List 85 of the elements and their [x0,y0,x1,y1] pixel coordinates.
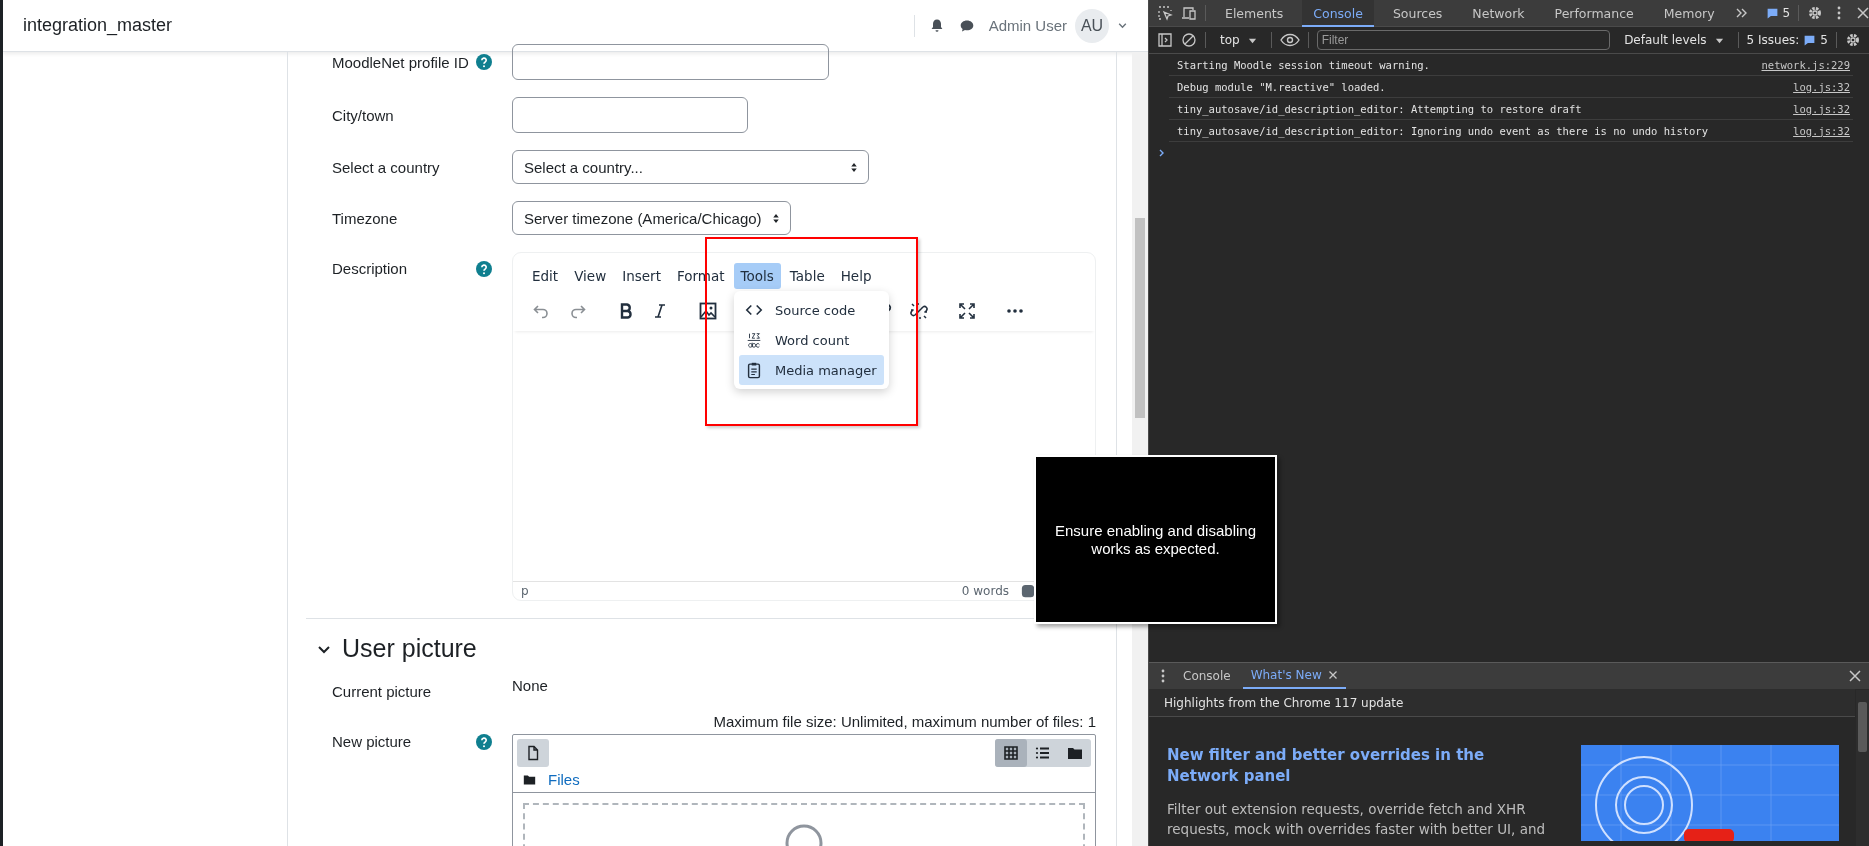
clear-console-icon[interactable] [1181,32,1197,48]
tooltip-text: Ensure enabling and disabling works as expected. [1054,521,1257,558]
number-letters-icon [745,331,763,349]
word-count[interactable]: 0 words [961,584,1009,598]
console-message: tiny_autosave/id_description_editor: Attempting to restore draft [1177,102,1582,115]
section-heading[interactable]: User picture [342,634,477,663]
source-link[interactable]: network.js:229 [1761,58,1850,71]
close-icon[interactable] [1327,670,1338,680]
device-toolbar-icon[interactable] [1181,5,1197,21]
devtools-tab[interactable]: Network [1461,0,1536,27]
file-limits-text: Maximum file size: Unlimited, maximum number of files: 1 [712,713,1096,730]
grid-icon [1003,745,1019,761]
menu-item[interactable]: Insert [615,263,668,289]
menu-item[interactable]: Edit [525,263,566,289]
menu-item[interactable]: Media manager [739,355,884,385]
field-label: City/town [332,106,394,124]
user-avatar[interactable]: AU [1075,8,1109,43]
message-icon [1803,33,1817,47]
article-title[interactable]: New filter and better overrides in the Network panel [1167,745,1557,787]
filter-field[interactable]: Filter [1316,30,1611,50]
files-link[interactable]: Files [548,771,580,788]
clipboard-icon [745,361,763,379]
devtools-tab[interactable]: Console [1302,0,1374,27]
field-label: New picture [332,733,412,750]
devtools-tab[interactable]: Sources [1381,0,1454,27]
message-icon [1765,6,1779,20]
folder-icon [1067,745,1083,761]
console-message: Debug module "M.reactive" loaded. [1177,80,1386,93]
source-link[interactable]: log.js:32 [1793,80,1850,93]
console-message: tiny_autosave/id_description_editor: Ignoring undo event as there is no undo history [1177,124,1708,137]
menu-item[interactable]: View [567,263,614,289]
devtools-tab[interactable]: Performance [1543,0,1645,27]
help-icon[interactable] [476,733,492,750]
add-file-button[interactable] [517,739,549,767]
settings-icon[interactable] [1845,32,1861,48]
element-path[interactable]: p [521,584,529,598]
close-icon[interactable] [1847,668,1863,684]
video-thumbnail[interactable] [1581,745,1839,841]
menu-item[interactable]: Tools [733,263,781,289]
select-field[interactable]: Server timezone (America/Chicago) [512,201,791,235]
file-icon [525,745,541,761]
help-icon[interactable] [476,54,492,70]
folder-icon [523,773,536,786]
sort-arrows-icon [771,212,780,224]
context-dropdown[interactable]: top [1214,33,1263,47]
grid-view-button[interactable] [995,739,1027,767]
sidebar-toggle-icon[interactable] [1157,32,1173,48]
unlink-icon[interactable] [909,301,929,321]
highlights-title: Highlights from the Chrome 117 update [1164,695,1404,710]
source-link[interactable]: log.js:32 [1793,124,1850,137]
field-label: Select a country [332,158,440,176]
drawer-tab[interactable]: Console [1175,663,1239,689]
fullscreen-icon[interactable] [957,301,977,321]
picture-value: None [512,677,548,694]
levels-dropdown[interactable]: Default levels [1618,33,1730,47]
eye-icon[interactable] [1279,32,1300,48]
text-field[interactable] [512,97,748,133]
user-name[interactable]: Admin User [988,17,1067,34]
text-field[interactable] [512,44,829,80]
menu-item[interactable]: Word count [739,325,884,355]
devtools-tab[interactable]: Memory [1652,0,1726,27]
field-label: Current picture [332,683,432,700]
field-label: Description [332,260,408,277]
sort-arrows-icon [850,161,858,173]
site-name[interactable]: integration_master [23,15,173,36]
editor-logo-icon[interactable] [1021,584,1035,598]
image-icon[interactable] [698,301,718,321]
inspect-icon[interactable] [1157,5,1173,21]
article-text: Filter out extension requests, override fetch and XHR requests, mock with overrides faster with better UI, and [1167,800,1547,839]
menu-item[interactable]: Source code [739,295,884,325]
issues-button[interactable]: 5 Issues: 5 [1746,33,1828,47]
devtools-tab[interactable]: Elements [1214,0,1295,27]
source-link[interactable]: log.js:32 [1793,102,1850,115]
settings-icon[interactable] [1807,5,1824,21]
scrollbar[interactable] [1856,690,1869,846]
console-message: Starting Moodle session timeout warning. [1177,58,1430,71]
menu-item[interactable]: Table [782,263,832,289]
field-label: Timezone [332,209,398,227]
select-field[interactable]: Select a country... [512,150,869,184]
list-icon [1035,745,1051,761]
menu-item[interactable]: Help [833,263,879,289]
close-icon[interactable] [1855,5,1869,21]
messages-badge[interactable]: 5 [1765,6,1791,20]
help-icon[interactable] [476,260,492,277]
field-label: MoodleNet profile ID [332,53,469,71]
